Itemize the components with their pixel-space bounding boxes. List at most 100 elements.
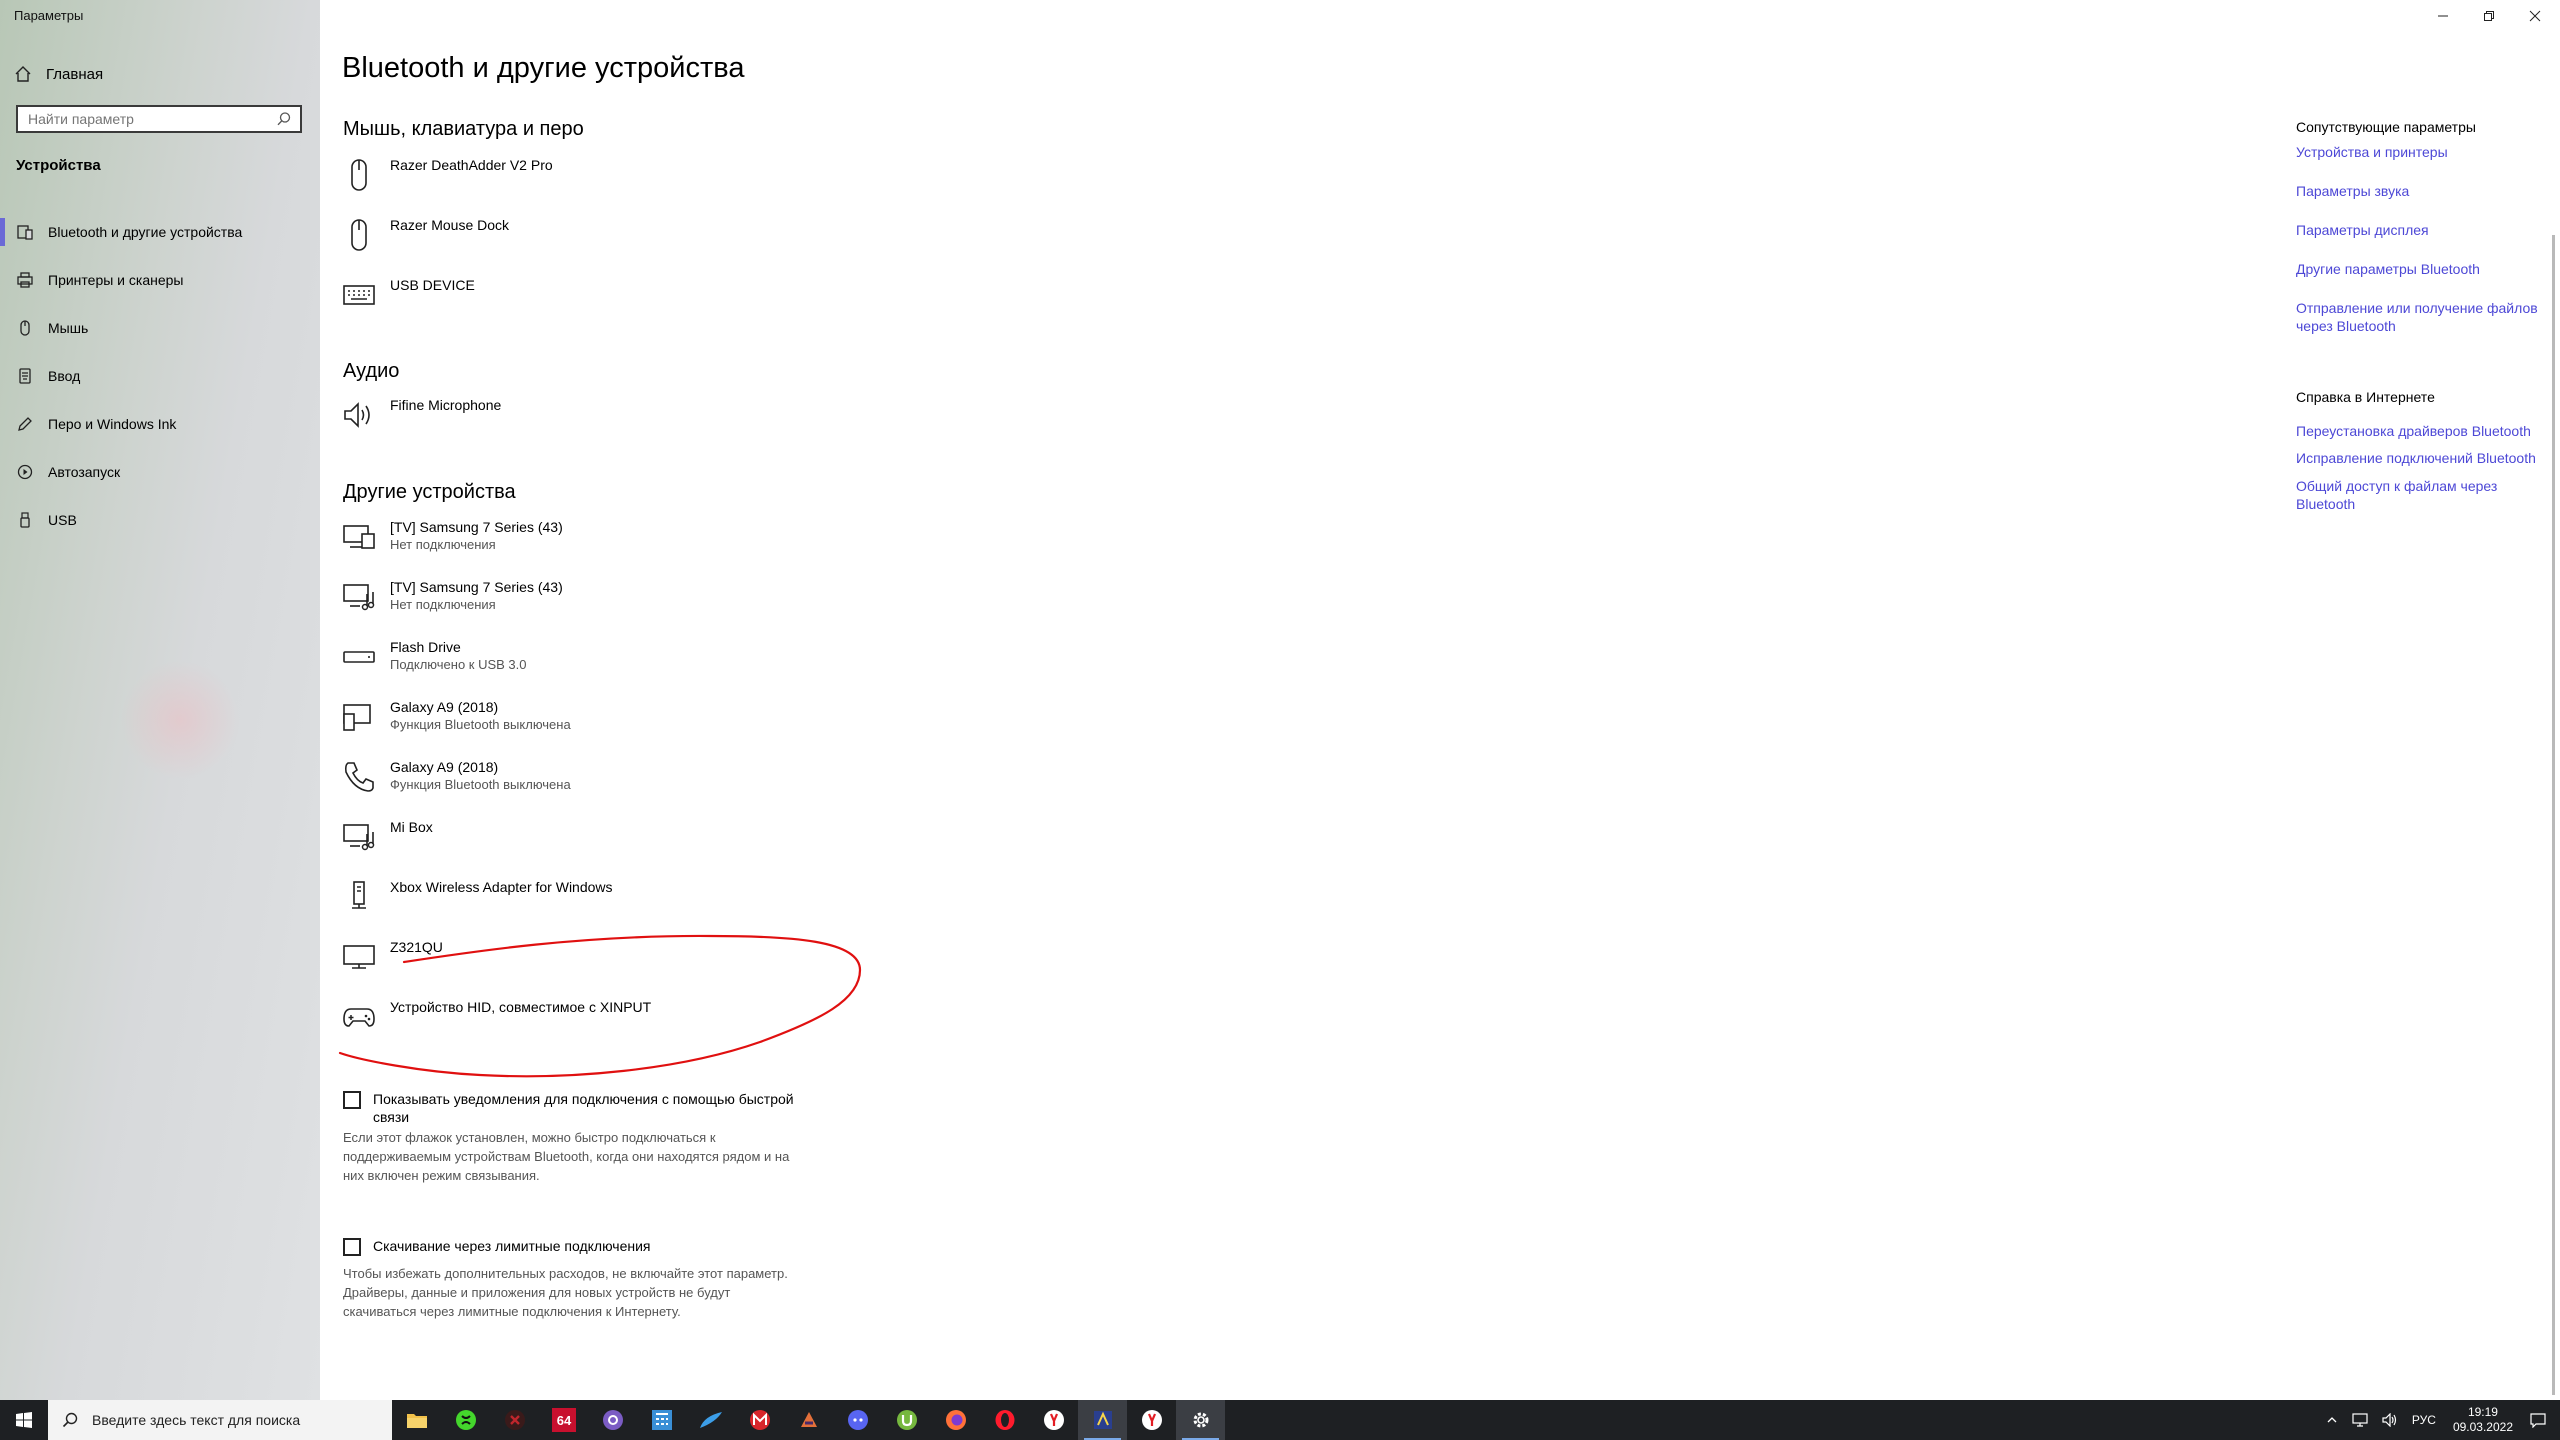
printer-icon: [17, 272, 33, 288]
feather-icon: [699, 1412, 722, 1428]
taskbar-app[interactable]: [1078, 1400, 1127, 1440]
tray-network[interactable]: [2352, 1413, 2368, 1427]
link-sound-settings[interactable]: Параметры звука: [2296, 182, 2546, 200]
taskbar-app[interactable]: [1127, 1400, 1176, 1440]
razer-icon: [455, 1410, 476, 1430]
sidebar-item-pen[interactable]: Перо и Windows Ink: [0, 400, 320, 448]
tray-language[interactable]: РУС: [2412, 1413, 2436, 1427]
device-name: [TV] Samsung 7 Series (43): [390, 519, 563, 535]
notification-center-button[interactable]: [2530, 1412, 2546, 1428]
firefox-icon: [945, 1410, 966, 1430]
group-heading-other: Другие устройства: [343, 481, 516, 503]
sidebar-item-printers[interactable]: Принтеры и сканеры: [0, 256, 320, 304]
device-galaxy-a9-1[interactable]: Galaxy A9 (2018) Функция Bluetooth выключ…: [342, 696, 571, 750]
settings-search-box[interactable]: [16, 105, 302, 133]
opera-icon: [995, 1410, 1014, 1430]
related-heading: Сопутствующие параметры: [2296, 119, 2476, 135]
media-device-icon: [343, 824, 375, 851]
settings-icon: [1193, 1412, 1208, 1428]
adapter-icon: [352, 881, 366, 909]
sidebar-item-label: Ввод: [48, 368, 81, 384]
checkbox-box[interactable]: [343, 1238, 361, 1256]
metered-download-checkbox[interactable]: Скачивание через лимитные подключения: [343, 1237, 813, 1256]
link-fix-connections[interactable]: Исправление подключений Bluetooth: [2296, 449, 2546, 467]
mouse-icon: [351, 219, 367, 251]
sidebar-item-typing[interactable]: Ввод: [0, 352, 320, 400]
taskbar-app[interactable]: [980, 1400, 1029, 1440]
taskbar-app[interactable]: [637, 1400, 686, 1440]
media-device-icon: [343, 584, 375, 611]
window-title: Параметры: [14, 8, 84, 23]
sidebar-item-mouse[interactable]: Мышь: [0, 304, 320, 352]
taskbar-app[interactable]: [735, 1400, 784, 1440]
start-button[interactable]: [0, 1400, 48, 1440]
drive-icon: [343, 651, 375, 663]
taskbar-app[interactable]: 64: [539, 1400, 588, 1440]
device-usb-device[interactable]: USB DEVICE: [342, 274, 475, 328]
network-icon: [2352, 1413, 2368, 1427]
tray-volume[interactable]: [2382, 1413, 2398, 1427]
calculator-icon: [651, 1410, 672, 1430]
taskbar-app[interactable]: [490, 1400, 539, 1440]
search-icon[interactable]: [276, 111, 292, 127]
device-name: Fifine Microphone: [390, 397, 502, 413]
sidebar-item-label: Мышь: [48, 320, 89, 336]
autoplay-icon: [17, 464, 33, 480]
taskbar-clock[interactable]: 19:19 09.03.2022: [2453, 1405, 2513, 1435]
taskbar-app[interactable]: [1029, 1400, 1078, 1440]
link-devices-printers[interactable]: Устройства и принтеры: [2296, 143, 2546, 161]
phone-device-icon: [343, 704, 371, 731]
checkbox-box[interactable]: [343, 1091, 361, 1109]
sidebar-item-bluetooth[interactable]: Bluetooth и другие устройства: [0, 208, 320, 256]
link-send-receive-files[interactable]: Отправление или получение файлов через B…: [2296, 299, 2546, 335]
device-samsung-tv-1[interactable]: [TV] Samsung 7 Series (43) Нет подключени…: [342, 516, 563, 570]
link-more-bluetooth[interactable]: Другие параметры Bluetooth: [2296, 260, 2546, 278]
device-flash-drive[interactable]: Flash Drive Подключено к USB 3.0: [342, 636, 527, 690]
yandex-icon: [1043, 1410, 1064, 1430]
taskbar-app[interactable]: [882, 1400, 931, 1440]
device-fifine-microphone[interactable]: Fifine Microphone: [342, 394, 501, 448]
mouse-icon: [351, 159, 367, 191]
taskbar-app[interactable]: [686, 1400, 735, 1440]
swift-pair-description: Если этот флажок установлен, можно быстр…: [343, 1130, 790, 1183]
taskbar-search[interactable]: Введите здесь текст для поиска: [48, 1400, 392, 1440]
swift-pair-checkbox[interactable]: Показывать уведомления для подключения с…: [343, 1090, 813, 1126]
link-reinstall-drivers[interactable]: Переустановка драйверов Bluetooth: [2296, 422, 2546, 440]
m-app-icon: [749, 1410, 770, 1430]
taskbar-app[interactable]: [784, 1400, 833, 1440]
settings-search-input[interactable]: [18, 110, 276, 128]
device-mi-box[interactable]: Mi Box: [342, 816, 433, 870]
clock-time: 19:19: [2467, 1405, 2498, 1419]
tray-overflow-button[interactable]: [2326, 1414, 2338, 1426]
scrollbar[interactable]: [2552, 235, 2555, 1395]
app-purple-icon: [602, 1410, 623, 1430]
taskbar-app[interactable]: [588, 1400, 637, 1440]
sidebar-item-label: Перо и Windows Ink: [48, 416, 177, 432]
link-display-settings[interactable]: Параметры дисплея: [2296, 221, 2546, 239]
home-link[interactable]: Главная: [14, 62, 103, 86]
device-razer-mouse-dock[interactable]: Razer Mouse Dock: [342, 214, 509, 268]
taskbar-app[interactable]: [833, 1400, 882, 1440]
device-samsung-tv-2[interactable]: [TV] Samsung 7 Series (43) Нет подключени…: [342, 576, 563, 630]
taskbar-app[interactable]: [392, 1400, 441, 1440]
aida64-icon: 64: [551, 1408, 576, 1432]
link-file-sharing[interactable]: Общий доступ к файлам через Bluetooth: [2296, 477, 2546, 513]
home-label: Главная: [46, 65, 104, 83]
device-name: Galaxy A9 (2018): [390, 759, 499, 775]
device-status: Функция Bluetooth выключена: [390, 717, 571, 732]
taskbar-app[interactable]: [441, 1400, 490, 1440]
app-active-icon: [1093, 1411, 1112, 1429]
sidebar-item-autoplay[interactable]: Автозапуск: [0, 448, 320, 496]
taskbar-app[interactable]: [1176, 1400, 1225, 1440]
sidebar-item-label: Принтеры и сканеры: [48, 272, 184, 288]
taskbar-app[interactable]: [931, 1400, 980, 1440]
sidebar-item-usb[interactable]: USB: [0, 496, 320, 544]
device-status: Подключено к USB 3.0: [390, 657, 527, 672]
clock-date: 09.03.2022: [2452, 1420, 2513, 1434]
home-icon: [15, 66, 31, 82]
phone-icon: [344, 762, 374, 792]
windows-logo-icon: [16, 1412, 32, 1428]
device-razer-deathadder[interactable]: Razer DeathAdder V2 Pro: [342, 154, 553, 208]
checkbox-label: Скачивание через лимитные подключения: [373, 1238, 651, 1254]
device-galaxy-a9-2[interactable]: Galaxy A9 (2018) Функция Bluetooth выключ…: [342, 756, 571, 810]
